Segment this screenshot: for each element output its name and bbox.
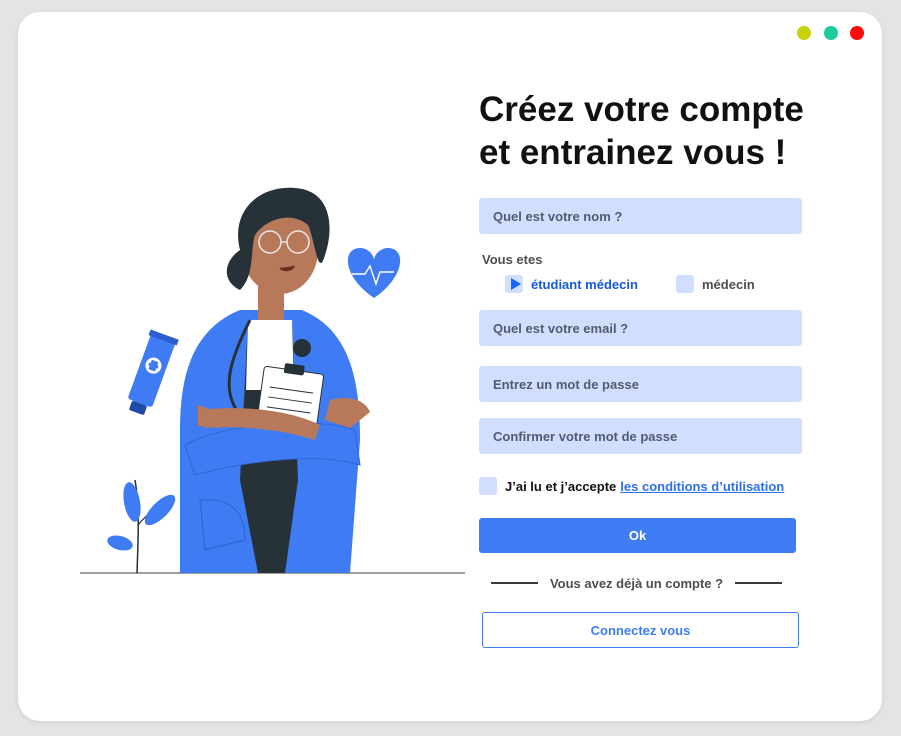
divider-line-left — [491, 582, 538, 584]
role-radio-student[interactable] — [505, 275, 523, 293]
role-radio-doctor[interactable] — [676, 275, 694, 293]
close-dot[interactable] — [850, 26, 864, 40]
confirm-password-field[interactable]: Confirmer votre mot de passe — [479, 418, 802, 454]
terms-link[interactable]: les conditions d’utilisation — [620, 479, 784, 494]
role-option-label: médecin — [702, 276, 755, 292]
title-line-1: Créez votre compte — [479, 90, 804, 129]
role-label: Vous etes — [482, 252, 543, 267]
plant-icon — [107, 479, 176, 574]
role-option-student-doctor[interactable]: étudiant médecin — [505, 274, 638, 294]
terms-text: J’ai lu et j’accepte — [505, 478, 617, 494]
name-field[interactable]: Quel est votre nom ? — [479, 198, 802, 234]
doctor-illustration — [80, 187, 465, 574]
ok-button[interactable]: Ok — [479, 518, 796, 553]
divider-text: Vous avez déjà un compte ? — [549, 575, 724, 591]
password-field[interactable]: Entrez un mot de passe — [479, 366, 802, 402]
email-field[interactable]: Quel est votre email ? — [479, 310, 802, 346]
password-placeholder: Entrez un mot de passe — [493, 376, 639, 392]
terms-checkbox[interactable] — [479, 477, 497, 495]
name-placeholder: Quel est votre nom ? — [493, 208, 623, 224]
confirm-password-placeholder: Confirmer votre mot de passe — [493, 428, 678, 444]
ointment-tube-icon — [128, 329, 179, 415]
minimize-dot[interactable] — [797, 26, 811, 40]
terms-row: J’ai lu et j’accepte les conditions d’ut… — [479, 476, 784, 496]
divider-line-right — [735, 582, 783, 584]
heart-icon — [347, 248, 401, 298]
email-placeholder: Quel est votre email ? — [493, 320, 629, 336]
role-option-doctor[interactable]: médecin — [676, 274, 755, 294]
login-divider: Vous avez déjà un compte ? — [491, 574, 783, 592]
title-line-2: et entrainez vous ! — [479, 133, 787, 172]
login-button[interactable]: Connectez vous — [482, 612, 799, 648]
maximize-dot[interactable] — [824, 26, 838, 40]
page-title: Créez votre compte et entrainez vous ! — [479, 88, 859, 174]
role-option-label: étudiant médecin — [531, 276, 638, 292]
selected-play-icon — [510, 278, 521, 290]
